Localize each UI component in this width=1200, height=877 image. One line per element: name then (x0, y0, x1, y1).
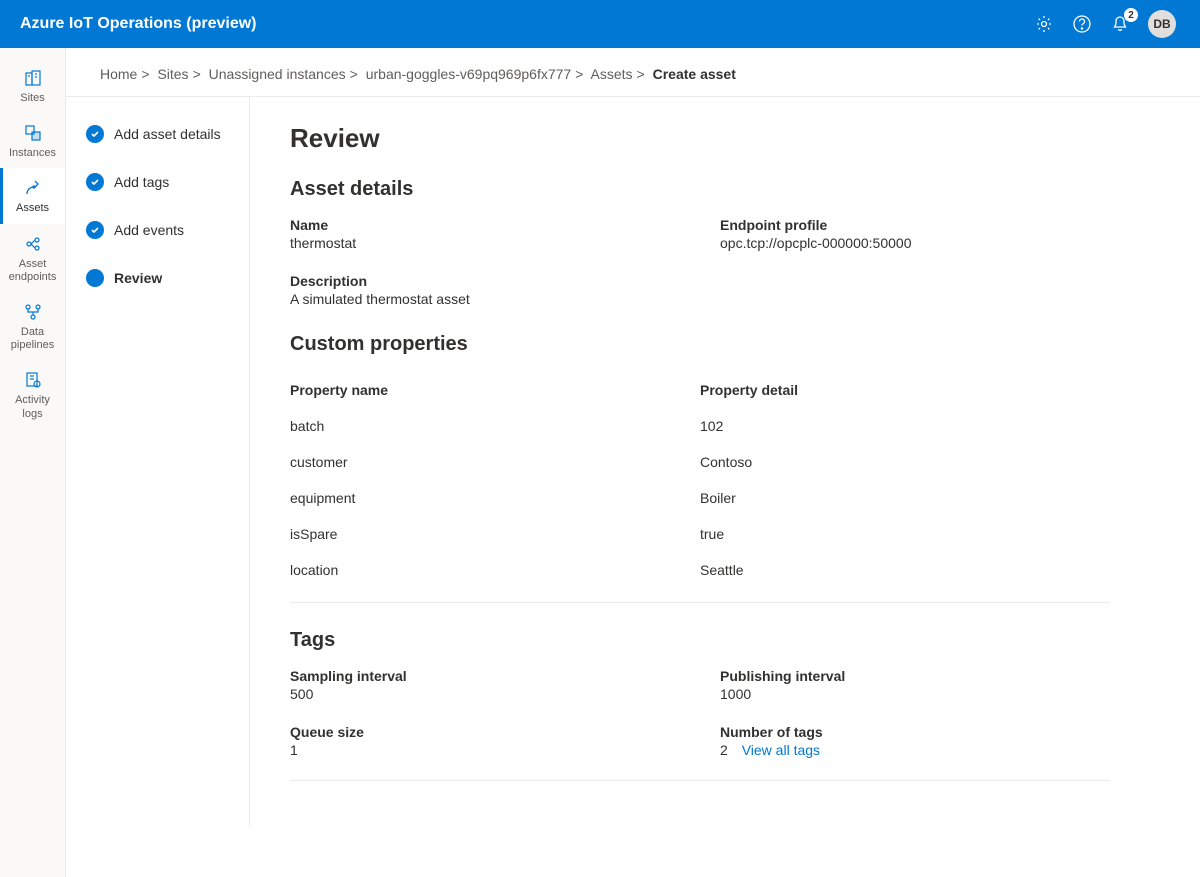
breadcrumb-link[interactable]: Home (100, 66, 137, 82)
divider (290, 602, 1110, 603)
section-heading-asset-details: Asset details (290, 178, 1110, 201)
dot-icon (86, 269, 104, 287)
label-tag-count: Number of tags (720, 724, 1110, 740)
avatar[interactable]: DB (1148, 10, 1176, 38)
breadcrumb-link[interactable]: urban-goggles-v69pq969p6fx777 (366, 66, 572, 82)
sidenav-label: Assets (16, 202, 49, 215)
topbar: Azure IoT Operations (preview) 2 DB (0, 0, 1200, 48)
label-endpoint: Endpoint profile (720, 217, 1110, 233)
col-property-name: Property name (290, 372, 700, 408)
sidenav-label: Activity logs (4, 394, 61, 420)
settings-icon[interactable] (1034, 14, 1054, 34)
breadcrumb-link[interactable]: Sites (157, 66, 188, 82)
sidenav-label: Asset endpoints (4, 258, 61, 284)
value-tag-count: 2 (720, 742, 728, 758)
col-property-detail: Property detail (700, 372, 1110, 408)
section-heading-custom-properties: Custom properties (290, 333, 1110, 356)
wizard-steps: Add asset details Add tags Add events Re… (66, 97, 250, 827)
value-sampling: 500 (290, 686, 680, 702)
review-panel: Review Asset details Name thermostat End… (250, 97, 1150, 827)
value-name: thermostat (290, 235, 680, 251)
step-label: Add tags (114, 174, 169, 190)
step-add-events[interactable]: Add events (86, 221, 249, 239)
sidenav-label: Sites (20, 92, 44, 105)
label-description: Description (290, 273, 1110, 289)
check-icon (86, 221, 104, 239)
help-icon[interactable] (1072, 14, 1092, 34)
sidenav-item-instances[interactable]: Instances (0, 113, 65, 168)
check-icon (86, 125, 104, 143)
step-add-asset-details[interactable]: Add asset details (86, 125, 249, 143)
sidenav: Sites Instances Assets Asset endpoints D… (0, 48, 66, 877)
sidenav-item-activity-logs[interactable]: Activity logs (0, 360, 65, 428)
step-review[interactable]: Review (86, 269, 249, 287)
step-label: Add asset details (114, 126, 221, 142)
step-add-tags[interactable]: Add tags (86, 173, 249, 191)
label-publishing: Publishing interval (720, 668, 1110, 684)
step-label: Add events (114, 222, 184, 238)
label-sampling: Sampling interval (290, 668, 680, 684)
custom-properties-table: Property name Property detail batch102 c… (290, 372, 1110, 596)
breadcrumb-link[interactable]: Assets (591, 66, 633, 82)
notification-badge: 2 (1124, 8, 1138, 22)
sidenav-item-assets[interactable]: Assets (0, 168, 65, 223)
sidenav-label: Data pipelines (4, 326, 61, 352)
value-description: A simulated thermostat asset (290, 291, 1110, 307)
table-row: locationSeattle (290, 552, 1110, 596)
value-endpoint: opc.tcp://opcplc-000000:50000 (720, 235, 1110, 251)
page-title: Review (290, 123, 1110, 154)
breadcrumb-link[interactable]: Unassigned instances (209, 66, 346, 82)
table-row: equipmentBoiler (290, 480, 1110, 516)
sidenav-item-asset-endpoints[interactable]: Asset endpoints (0, 224, 65, 292)
view-all-tags-link[interactable]: View all tags (732, 742, 820, 758)
app-title: Azure IoT Operations (preview) (20, 15, 1034, 33)
table-row: isSparetrue (290, 516, 1110, 552)
table-row: customerContoso (290, 444, 1110, 480)
step-label: Review (114, 270, 162, 286)
section-heading-tags: Tags (290, 629, 1110, 652)
table-row: batch102 (290, 408, 1110, 444)
main-area: Home> Sites> Unassigned instances> urban… (66, 48, 1200, 877)
breadcrumb: Home> Sites> Unassigned instances> urban… (66, 48, 1200, 97)
divider (290, 780, 1110, 781)
sidenav-item-data-pipelines[interactable]: Data pipelines (0, 292, 65, 360)
sidenav-item-sites[interactable]: Sites (0, 58, 65, 113)
label-name: Name (290, 217, 680, 233)
value-queue: 1 (290, 742, 680, 758)
check-icon (86, 173, 104, 191)
label-queue: Queue size (290, 724, 680, 740)
value-publishing: 1000 (720, 686, 1110, 702)
notifications-icon[interactable]: 2 (1110, 14, 1130, 34)
sidenav-label: Instances (9, 147, 56, 160)
breadcrumb-current: Create asset (653, 66, 736, 82)
